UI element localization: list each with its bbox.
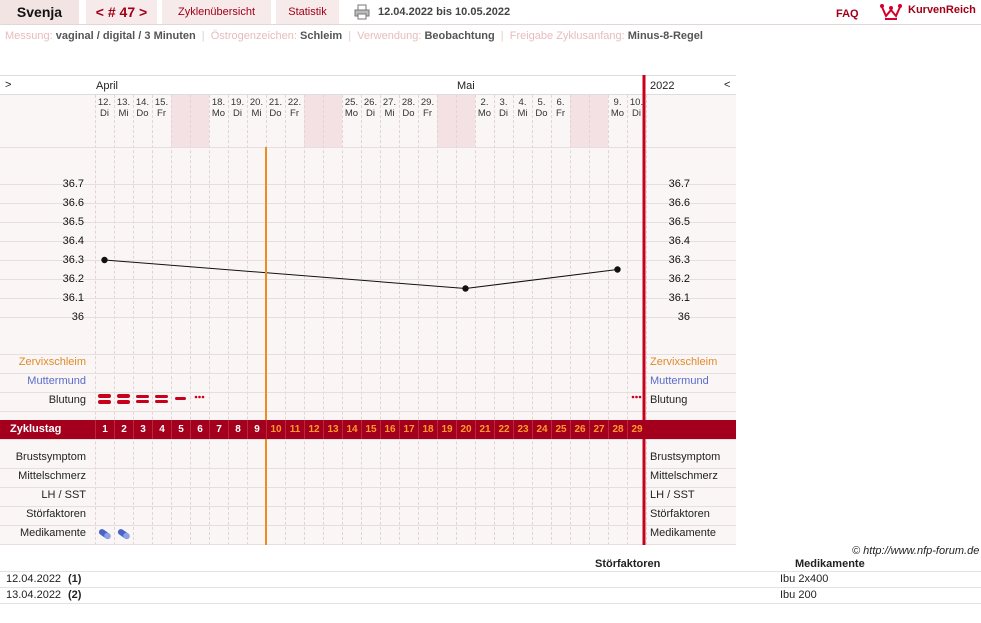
pill-icon[interactable] bbox=[95, 525, 114, 544]
footer-col-stoerfaktoren: Störfaktoren bbox=[595, 558, 661, 570]
pill-icon[interactable] bbox=[114, 525, 133, 544]
cycle-day-number: 5 bbox=[171, 420, 190, 439]
row-label-right-störfaktoren: Störfaktoren bbox=[650, 508, 710, 520]
row-label-right-mittelschmerz: Mittelschmerz bbox=[650, 470, 718, 482]
info-value-oestrogen: Schleim bbox=[300, 30, 343, 42]
cycle-chart: > April Mai 2022 < 12. Di 13. Mi 14. Do 15. Fr 1… bbox=[0, 75, 736, 545]
cycle-day-number: 7 bbox=[209, 420, 228, 439]
footer-col-medikamente: Medikamente bbox=[795, 558, 865, 570]
settings-info: Messung: vaginal / digital / 3 Minuten |… bbox=[5, 30, 703, 42]
info-value-freigabe: Minus-8-Regel bbox=[627, 30, 703, 42]
tab-statistik[interactable]: Statistik bbox=[276, 0, 340, 24]
cycle-day-bar: Zyklustag 1 2 3 4 5 6 7 8 9 10 11 12 13 14 15 16 17 18 19 2… bbox=[0, 420, 736, 439]
faq-link[interactable]: FAQ bbox=[836, 8, 859, 20]
temperature-point[interactable] bbox=[614, 266, 621, 273]
cycle-day-number: 21 bbox=[475, 420, 494, 439]
bleeding-spotting-icon[interactable] bbox=[190, 391, 209, 410]
user-name: Svenja bbox=[0, 0, 80, 24]
row-label-mittelschmerz: Mittelschmerz bbox=[18, 470, 86, 482]
copyright: © http://www.nfp-forum.de bbox=[852, 545, 980, 557]
cycle-day-number: 9 bbox=[247, 420, 266, 439]
cycle-day-number: 15 bbox=[361, 420, 380, 439]
cycle-day-label: Zyklustag bbox=[10, 423, 62, 435]
cycle-day-number: 16 bbox=[380, 420, 399, 439]
row-label-zervixschleim-right: Zervixschleim bbox=[650, 356, 718, 368]
footer-med-2: Ibu 200 bbox=[780, 589, 817, 601]
cycle-day-number: 10 bbox=[266, 420, 285, 439]
cycle-day-number: 17 bbox=[399, 420, 418, 439]
info-label-freigabe: Freigabe Zyklusanfang: bbox=[509, 30, 625, 42]
row-label-brustsymptom: Brustsymptom bbox=[15, 451, 86, 463]
cycle-day-number: 14 bbox=[342, 420, 361, 439]
footer-ref-2: (2) bbox=[68, 589, 82, 601]
cycle-day-number: 6 bbox=[190, 420, 209, 439]
cycle-day-number: 8 bbox=[228, 420, 247, 439]
row-label-muttermund: Muttermund bbox=[27, 375, 86, 387]
kurvenreich-logo-icon bbox=[880, 4, 902, 20]
bleeding-light-icon[interactable] bbox=[171, 391, 190, 410]
row-label-störfaktoren: Störfaktoren bbox=[26, 508, 86, 520]
cycle-day-number: 24 bbox=[532, 420, 551, 439]
row-label-right-brustsymptom: Brustsymptom bbox=[650, 451, 721, 463]
cycle-day-number: 20 bbox=[456, 420, 475, 439]
cycle-day-number: 29 bbox=[627, 420, 646, 439]
footer-ref-1: (1) bbox=[68, 573, 82, 585]
temperature-point[interactable] bbox=[101, 256, 108, 264]
cycle-day-number: 1 bbox=[95, 420, 114, 439]
logo-text[interactable]: KurvenReich bbox=[908, 4, 976, 16]
info-label-messung: Messung: bbox=[5, 30, 53, 42]
info-label-verwendung: Verwendung: bbox=[357, 30, 422, 42]
temperature-curve bbox=[101, 75, 646, 545]
cycle-day-number: 22 bbox=[494, 420, 513, 439]
cycle-day-number: 3 bbox=[133, 420, 152, 439]
cycle-day-number: 26 bbox=[570, 420, 589, 439]
cycle-day-number: 11 bbox=[285, 420, 304, 439]
cycle-day-number: 13 bbox=[323, 420, 342, 439]
temperature-line bbox=[104, 259, 618, 290]
row-label-zervixschleim: Zervixschleim bbox=[18, 356, 86, 368]
info-value-messung: vaginal / digital / 3 Minuten bbox=[55, 30, 196, 42]
bleeding-medium-icon[interactable] bbox=[152, 391, 171, 410]
cycle-day-number: 2 bbox=[114, 420, 133, 439]
row-label-right-lh-sst: LH / SST bbox=[650, 489, 695, 501]
temperature-point[interactable] bbox=[462, 285, 469, 292]
cycle-day-number: 23 bbox=[513, 420, 532, 439]
cycle-day-number: 4 bbox=[152, 420, 171, 439]
footer-med-1: Ibu 2x400 bbox=[780, 573, 829, 585]
footer-date-1: 12.04.2022 bbox=[6, 573, 62, 585]
row-label-muttermund-right: Muttermund bbox=[650, 375, 709, 387]
cycle-day-number: 28 bbox=[608, 420, 627, 439]
cycle-day-number: 25 bbox=[551, 420, 570, 439]
bleeding-spotting-icon[interactable] bbox=[627, 391, 646, 410]
print-icon[interactable] bbox=[354, 4, 370, 20]
bleeding-heavy-icon[interactable] bbox=[95, 391, 114, 410]
row-label-lh-sst: LH / SST bbox=[41, 489, 86, 501]
cycle-day-number: 18 bbox=[418, 420, 437, 439]
bleeding-heavy-icon[interactable] bbox=[114, 391, 133, 410]
info-label-oestrogen: Östrogenzeichen: bbox=[210, 30, 297, 42]
date-range: 12.04.2022 bis 10.05.2022 bbox=[378, 6, 511, 18]
cycle-day-number: 12 bbox=[304, 420, 323, 439]
tab-zyklenuebersicht[interactable]: Zyklenübersicht bbox=[162, 0, 272, 24]
cycle-navigator[interactable]: < # 47 > bbox=[86, 0, 158, 24]
top-bar: Svenja < # 47 > Zyklenübersicht Statisti… bbox=[0, 0, 981, 25]
bleeding-medium-icon[interactable] bbox=[133, 391, 152, 410]
info-value-verwendung: Beobachtung bbox=[424, 30, 495, 42]
cycle-day-number: 27 bbox=[589, 420, 608, 439]
footer-date-2: 13.04.2022 bbox=[6, 589, 62, 601]
cycle-day-number: 19 bbox=[437, 420, 456, 439]
